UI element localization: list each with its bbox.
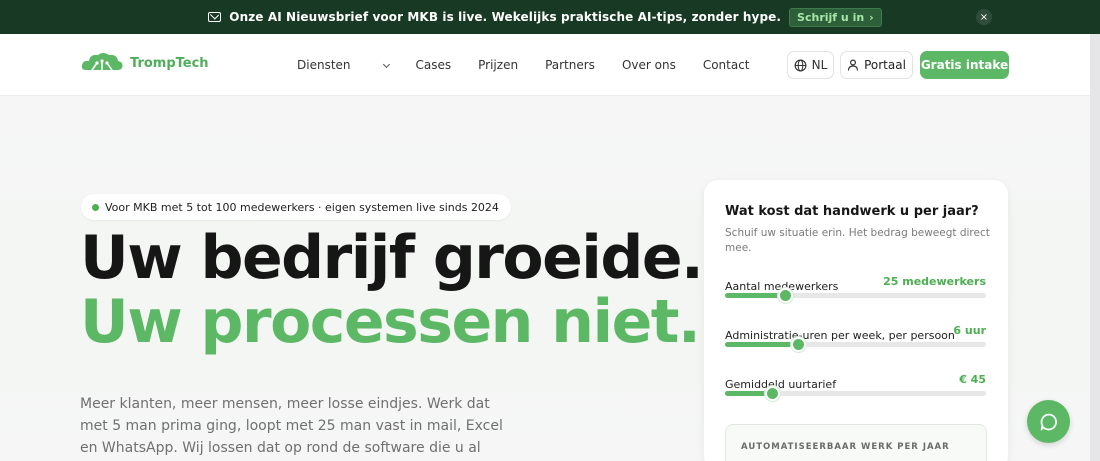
chat-bubble-icon (1040, 413, 1057, 430)
calculator-title: Wat kost dat handwerk u per jaar? (725, 204, 979, 219)
hero-lead-text: Meer klanten, meer mensen, meer losse ei… (80, 396, 503, 456)
hero-badge: Voor MKB met 5 tot 100 medewerkers · eig… (81, 194, 511, 220)
calculator-result: AUTOMATISEERBAAR WERK PER JAAR (725, 424, 987, 461)
slider-hourly-rate: Gemiddeld uurtarief € 45 (725, 373, 986, 401)
mail-icon (208, 12, 222, 22)
slider-employees: Aantal medewerkers 25 medewerkers (725, 275, 986, 303)
slider-value: 6 uur (953, 324, 986, 337)
slider-track[interactable] (725, 288, 986, 303)
announcement-bar: Onze AI Nieuwsbrief voor MKB is live. We… (0, 0, 1090, 34)
subscribe-button[interactable]: Schrijf u in › (789, 7, 882, 27)
chevron-down-icon (382, 60, 390, 69)
logo[interactable]: TrompTech (80, 50, 209, 76)
slider-value: € 45 (959, 373, 986, 386)
hero-badge-text: Voor MKB met 5 tot 100 medewerkers · eig… (105, 200, 499, 214)
main-navigation: TrompTech Diensten Cases Prijzen Partner… (0, 34, 1090, 96)
subscribe-label: Schrijf u in (797, 10, 865, 24)
logo-text: TrompTech (130, 55, 209, 71)
free-intake-button[interactable]: Gratis intake (920, 51, 1009, 79)
scrollbar[interactable] (1090, 0, 1100, 461)
slider-fill (725, 342, 799, 347)
nav-item-cases[interactable]: Cases (416, 58, 452, 72)
nav-item-diensten[interactable]: Diensten (297, 58, 390, 72)
status-dot (92, 204, 99, 211)
language-button[interactable]: NL (787, 51, 834, 79)
portal-button[interactable]: Portaal (840, 51, 913, 79)
slider-label: Administratie-uren per week, per persoon (725, 329, 955, 342)
result-caption: AUTOMATISEERBAAR WERK PER JAAR (741, 442, 950, 452)
slider-handle[interactable] (764, 386, 780, 401)
announcement-message: Onze AI Nieuwsbrief voor MKB is live. We… (229, 10, 782, 24)
chat-button[interactable] (1027, 400, 1070, 443)
calculator-description: Schuif uw situatie erin. Het bedrag bewe… (725, 227, 990, 254)
slider-value: 25 medewerkers (883, 275, 986, 288)
slider-label: Gemiddeld uurtarief (725, 378, 837, 391)
slider-track[interactable] (725, 337, 986, 352)
user-icon (847, 59, 859, 71)
slider-fill (725, 293, 786, 298)
nav-item-over-ons[interactable]: Over ons (622, 58, 676, 72)
globe-icon (794, 59, 807, 71)
nav-item-contact[interactable]: Contact (703, 58, 750, 72)
language-label: NL (811, 58, 828, 72)
slider-handle[interactable] (791, 337, 807, 352)
slider-track[interactable] (725, 386, 986, 401)
close-announcement-button[interactable]: × (976, 9, 992, 25)
nav-item-prijzen[interactable]: Prijzen (478, 58, 518, 72)
slider-handle[interactable] (778, 288, 794, 303)
slider-admin-hours: Administratie-uren per week, per persoon… (725, 324, 986, 352)
portal-label: Portaal (864, 58, 906, 72)
nav-menu: Diensten Cases Prijzen Partners Over ons… (297, 58, 777, 72)
nav-item-partners[interactable]: Partners (545, 58, 595, 72)
hero-title-line-2: Uw processen niet. (80, 287, 701, 357)
cost-calculator-card: Wat kost dat handwerk u per jaar? Schuif… (704, 180, 1008, 461)
chevron-right-icon: › (869, 10, 874, 24)
hero-title-line-1: Uw bedrijf groeide. (80, 223, 704, 293)
cloud-logo-icon (81, 53, 123, 71)
